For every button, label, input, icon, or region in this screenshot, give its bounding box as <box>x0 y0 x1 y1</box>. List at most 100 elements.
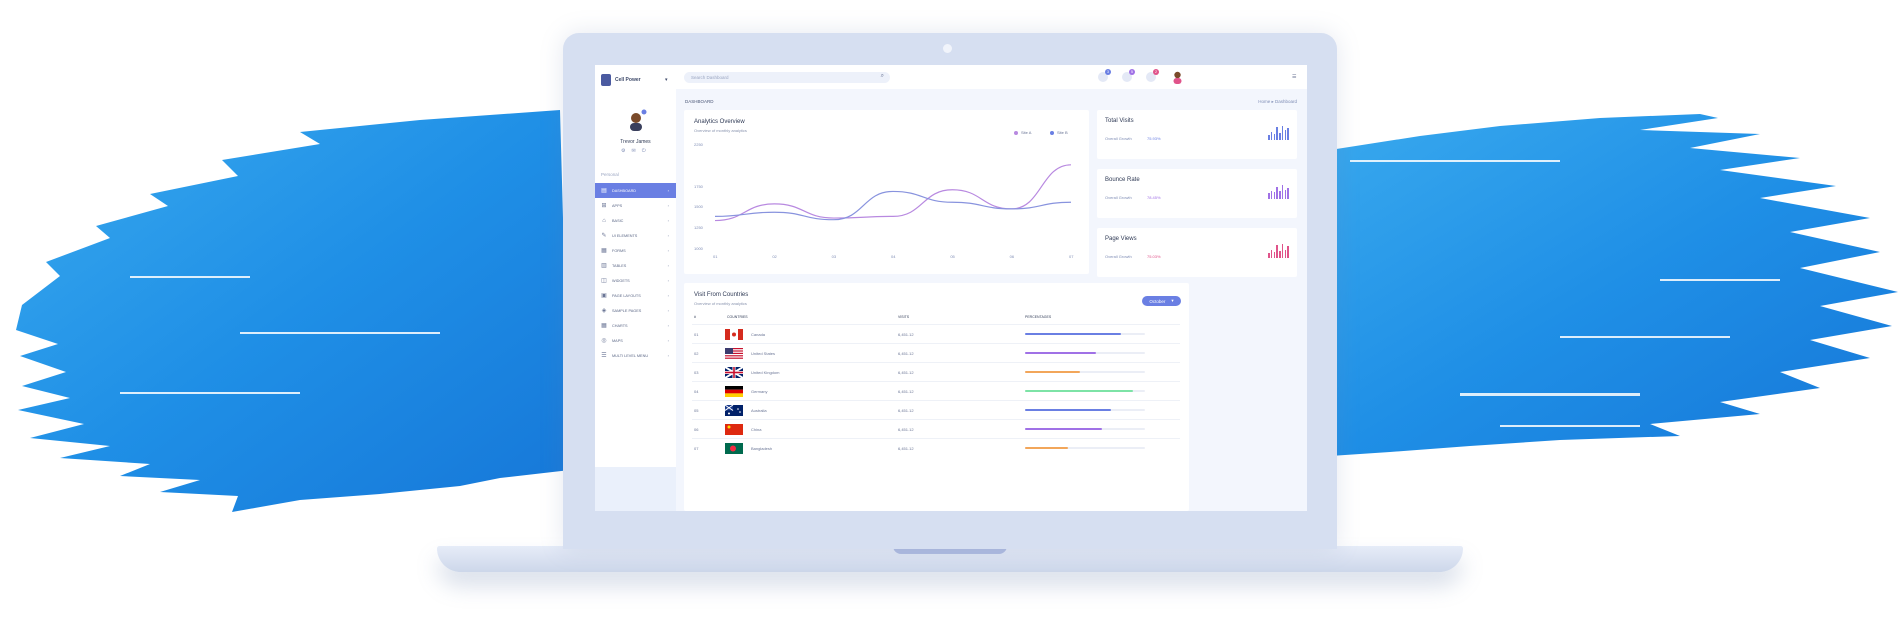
percentage-bar <box>1025 409 1145 411</box>
sidebar-item-ui-elements[interactable]: ✎ UI ELEMENTS › <box>595 228 676 243</box>
sidebar-item-label: PAGE LAYOUTS <box>612 293 641 298</box>
search-icon[interactable]: ⌕ <box>881 73 884 80</box>
search-placeholder: Search Dashboard <box>691 74 729 80</box>
legend-site-b[interactable]: Site B <box>1050 130 1068 135</box>
sidebar-item-apps[interactable]: ⊞ APPS › <box>595 198 676 213</box>
analytics-subtitle: Overview of monthly analytics <box>694 128 747 133</box>
sidebar-item-charts[interactable]: ▦ CHARTS › <box>595 318 676 333</box>
table-row[interactable]: 01 Canada 6,451.12 <box>692 324 1180 344</box>
legend-site-a[interactable]: Site A <box>1014 130 1031 135</box>
chevron-down-icon: ▾ <box>1171 298 1174 303</box>
charts-icon: ▦ <box>601 322 607 329</box>
apps-icon: ⊞ <box>601 202 607 209</box>
sidebar-item-label: SAMPLE PAGES <box>612 308 642 313</box>
sidebar-item-label: CHARTS <box>612 323 628 328</box>
sidebar-item-forms[interactable]: ▦ FORMS › <box>595 243 676 258</box>
chevron-right-icon: › <box>667 218 669 223</box>
row-number: 03 <box>694 370 699 375</box>
cart-icon[interactable]: 2 <box>1146 69 1159 82</box>
sidebar-item-label: APPS <box>612 203 623 208</box>
mini-bar <box>1276 127 1278 140</box>
col-header-percentages: PERCENTAGES <box>1025 315 1052 319</box>
country-name: Canada <box>751 332 766 337</box>
percentage-bar-fill <box>1025 447 1069 449</box>
mini-bar <box>1267 135 1270 140</box>
row-number: 06 <box>694 427 699 432</box>
notifications-badge: 3 <box>1105 69 1111 75</box>
sample-pages-icon: ◈ <box>601 307 607 314</box>
sidebar-item-page-layouts[interactable]: ▣ PAGE LAYOUTS › <box>595 288 676 303</box>
brand-name: Cell Power <box>615 77 641 83</box>
section-label: Personal <box>601 172 619 177</box>
messages-badge: 5 <box>1129 69 1135 75</box>
sidebar-item-sample-pages[interactable]: ◈ SAMPLE PAGES › <box>595 303 676 318</box>
mini-bar <box>1267 253 1270 258</box>
y-tick-label: 1500 <box>694 204 703 210</box>
flag-us-icon <box>725 348 743 359</box>
mini-bar <box>1284 130 1287 140</box>
sidebar-item-dashboard[interactable]: ▤ DASHBOARD › <box>595 183 676 198</box>
flag-bd-icon <box>725 443 743 454</box>
stat-title: Bounce Rate <box>1105 177 1140 183</box>
breadcrumb[interactable]: Home ▸ Dashboard <box>1258 99 1297 105</box>
countries-card: Visit From Countries Overview of monthly… <box>684 283 1189 511</box>
notifications-icon[interactable]: 3 <box>1098 69 1111 82</box>
flag-ca-icon <box>725 329 743 340</box>
brand[interactable]: Cell Power <box>601 74 641 86</box>
topbar-avatar[interactable] <box>1171 70 1184 84</box>
sidebar-item-label: BASIC <box>612 218 624 223</box>
table-row[interactable]: 06 China 6,451.12 <box>692 419 1180 439</box>
maps-icon: ◎ <box>601 337 607 344</box>
sidebar-item-basic[interactable]: ⌂ BASIC › <box>595 213 676 228</box>
month-select-label: October <box>1149 298 1166 304</box>
percentage-bar-fill <box>1025 352 1096 354</box>
percentage-bar-fill <box>1025 428 1102 430</box>
analytics-line-chart <box>714 164 1072 222</box>
col-header-num: # <box>694 315 696 319</box>
stat-mini-bars <box>1267 126 1289 140</box>
sidebar-item-maps[interactable]: ◎ MAPS › <box>595 333 676 348</box>
camera-dot <box>943 44 952 53</box>
menu-toggle-icon[interactable]: ☰ <box>1292 74 1296 80</box>
brand-caret-icon[interactable]: ▾ <box>665 77 668 83</box>
visits-value: 6,451.12 <box>898 408 914 413</box>
mini-bar <box>1276 187 1278 199</box>
table-row[interactable]: 03 United Kingdom 6,451.12 <box>692 362 1180 382</box>
sidebar-item-tables[interactable]: ▥ TABLES › <box>595 258 676 273</box>
laptop-base <box>437 546 1463 572</box>
messages-icon[interactable]: 5 <box>1122 69 1135 82</box>
user-power-icon[interactable]: ⏻ <box>642 148 646 154</box>
stat-mini-bars <box>1267 185 1289 199</box>
country-name: Bangladesh <box>751 446 773 451</box>
legend-site-b-label: Site B <box>1057 130 1068 135</box>
table-row[interactable]: 04 Germany 6,451.12 <box>692 381 1180 401</box>
percentage-bar <box>1025 352 1145 354</box>
sidebar-item-label: MULTI LEVEL MENU <box>612 353 649 358</box>
flag-cn-icon <box>725 424 743 435</box>
stat-value: 78.45% <box>1147 195 1161 200</box>
user-settings-icon[interactable]: ⚙ <box>621 148 625 154</box>
page-title: DASHBOARD <box>685 99 714 104</box>
percentage-bar-fill <box>1025 390 1133 392</box>
stat-value: 75.03% <box>1147 254 1161 259</box>
sidebar-menu: ▤ DASHBOARD › ⊞ APPS › ⌂ BASIC › ✎ UI ELEMENTS › ▦ FO… <box>595 183 676 363</box>
table-row[interactable]: 02 United States 6,451.12 <box>692 343 1180 363</box>
mini-bar <box>1287 246 1289 258</box>
col-header-visits: VISITS <box>898 315 910 319</box>
country-name: China <box>751 427 762 432</box>
country-name: United States <box>751 351 776 356</box>
search-input[interactable]: Search Dashboard ⌕ <box>684 72 890 83</box>
user-avatar[interactable] <box>624 109 648 133</box>
chevron-right-icon: › <box>667 188 669 193</box>
table-row[interactable]: 07 Bangladesh 6,451.12 <box>692 438 1180 458</box>
row-number: 01 <box>694 332 699 337</box>
visits-value: 6,451.12 <box>898 446 914 451</box>
user-mail-icon[interactable]: ✉ <box>631 148 635 154</box>
table-row[interactable]: 05 Australia 6,451.12 <box>692 400 1180 420</box>
sidebar-item-label: TABLES <box>612 263 627 268</box>
month-select-button[interactable]: October ▾ <box>1142 296 1181 306</box>
cart-badge: 2 <box>1153 69 1159 75</box>
sidebar-item-multi-level-menu[interactable]: ☰ MULTI LEVEL MENU › <box>595 348 676 363</box>
sidebar-item-widgets[interactable]: ◫ WIDGETS › <box>595 273 676 288</box>
mini-bar <box>1284 189 1287 199</box>
